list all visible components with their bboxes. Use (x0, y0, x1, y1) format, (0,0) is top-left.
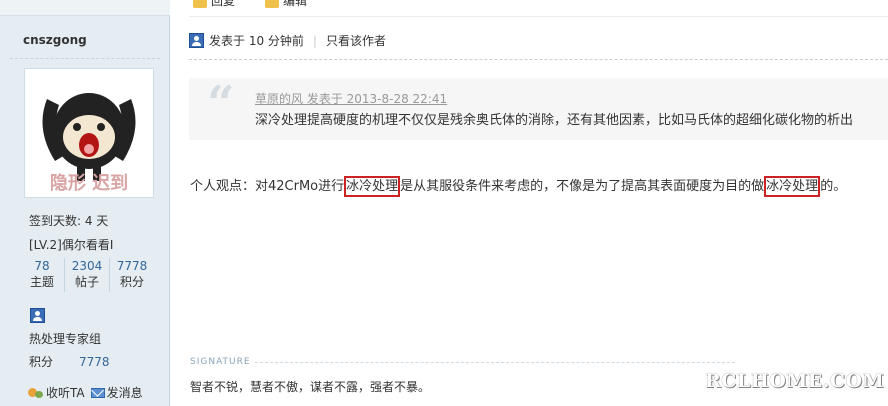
follow-icon (28, 386, 44, 399)
avatar-image: 隐形 迟到 (25, 69, 153, 197)
divider (189, 16, 888, 17)
reply-button[interactable]: 回复 (193, 0, 235, 9)
quote-block: “ 草原的风 发表于 2013-8-28 22:41 深冷处理提高硬度的机理不仅… (189, 78, 888, 140)
quote-source-link[interactable]: 草原的风 发表于 2013-8-28 22:41 (255, 90, 447, 107)
mail-icon (90, 387, 105, 398)
edit-button[interactable]: 编辑 (265, 0, 307, 9)
signature-divider (255, 362, 735, 363)
signature-label: SIGNATURE (190, 357, 251, 367)
stat-topics[interactable]: 78 主题 (20, 258, 65, 292)
points-value: 7778 (79, 355, 110, 369)
edit-icon (265, 0, 280, 8)
user-group-icon (30, 308, 45, 323)
user-stats: 78 主题 2304 帖子 7778 积分 (20, 258, 154, 292)
divider (10, 58, 160, 59)
highlighted-term: 冰冷处理 (344, 176, 401, 197)
send-message-label: 发消息 (106, 386, 143, 400)
quote-text: 深冷处理提高硬度的机理不仅仅是残余奥氏体的消除，还有其他因素，比如马氏体的超细化… (255, 113, 854, 128)
signin-days: 签到天数: 4 天 (29, 214, 109, 228)
username-link[interactable]: cnszgong (23, 33, 87, 47)
body-text-part: 个人观点：对42CrMo进行 (190, 179, 345, 194)
stat-label: 帖子 (74, 275, 99, 289)
online-user-icon (189, 33, 204, 48)
post-time: 发表于 10 分钟前 (209, 34, 304, 48)
points-label: 积分 (29, 355, 54, 369)
avatar[interactable]: 隐形 迟到 (24, 68, 154, 198)
avatar-caption: 隐形 迟到 (50, 173, 128, 194)
points-row: 积分 7778 (29, 353, 110, 370)
quote-mark-icon: “ (207, 78, 235, 132)
post-meta: 发表于 10 分钟前 | 只看该作者 (189, 32, 386, 49)
reply-label: 回复 (211, 0, 236, 8)
edit-label: 编辑 (283, 0, 308, 8)
stat-value: 78 (34, 259, 50, 273)
body-text-part: 的。 (820, 179, 847, 194)
follow-button[interactable]: 收听TA (28, 384, 85, 401)
follow-label: 收听TA (46, 386, 85, 400)
user-group[interactable]: 热处理专家组 (29, 330, 101, 347)
meta-separator: | (312, 33, 317, 48)
body-text-part: 是从其服役条件来考虑的，不像是为了提高其表面硬度为目的做 (400, 179, 765, 194)
user-actions: 收听TA 发消息 (28, 384, 143, 401)
user-sidebar: cnszgong 隐形 迟到 签到天数: 4 天 [LV.2]偶尔看看I 78 … (0, 0, 170, 406)
stat-label: 积分 (119, 275, 144, 289)
stat-points[interactable]: 7778 积分 (110, 258, 154, 292)
user-level[interactable]: [LV.2]偶尔看看I (29, 236, 113, 253)
highlighted-term: 冰冷处理 (764, 176, 821, 197)
prev-post-actions: 回复 编辑 (193, 0, 307, 9)
post-body: 个人观点：对42CrMo进行 冰冷处理 是从其服役条件来考虑的，不像是为了提高其表面… (190, 175, 847, 197)
stat-label: 主题 (29, 275, 54, 289)
sidebar-top-strip (0, 0, 170, 16)
signature-text: 智者不锐，慧者不傲，谋者不露，强者不暴。 (190, 380, 431, 394)
post-main: 回复 编辑 发表于 10 分钟前 | 只看该作者 “ 草原的风 发表于 2013… (171, 0, 888, 406)
send-message-button[interactable]: 发消息 (90, 384, 143, 401)
stat-value: 2304 (71, 259, 103, 273)
site-watermark: RCLHOME.COM (705, 370, 885, 392)
only-author-link[interactable]: 只看该作者 (326, 32, 386, 49)
stat-value: 7778 (116, 259, 148, 273)
stat-posts[interactable]: 2304 帖子 (65, 258, 110, 292)
divider (189, 59, 888, 60)
reply-icon (193, 0, 207, 8)
